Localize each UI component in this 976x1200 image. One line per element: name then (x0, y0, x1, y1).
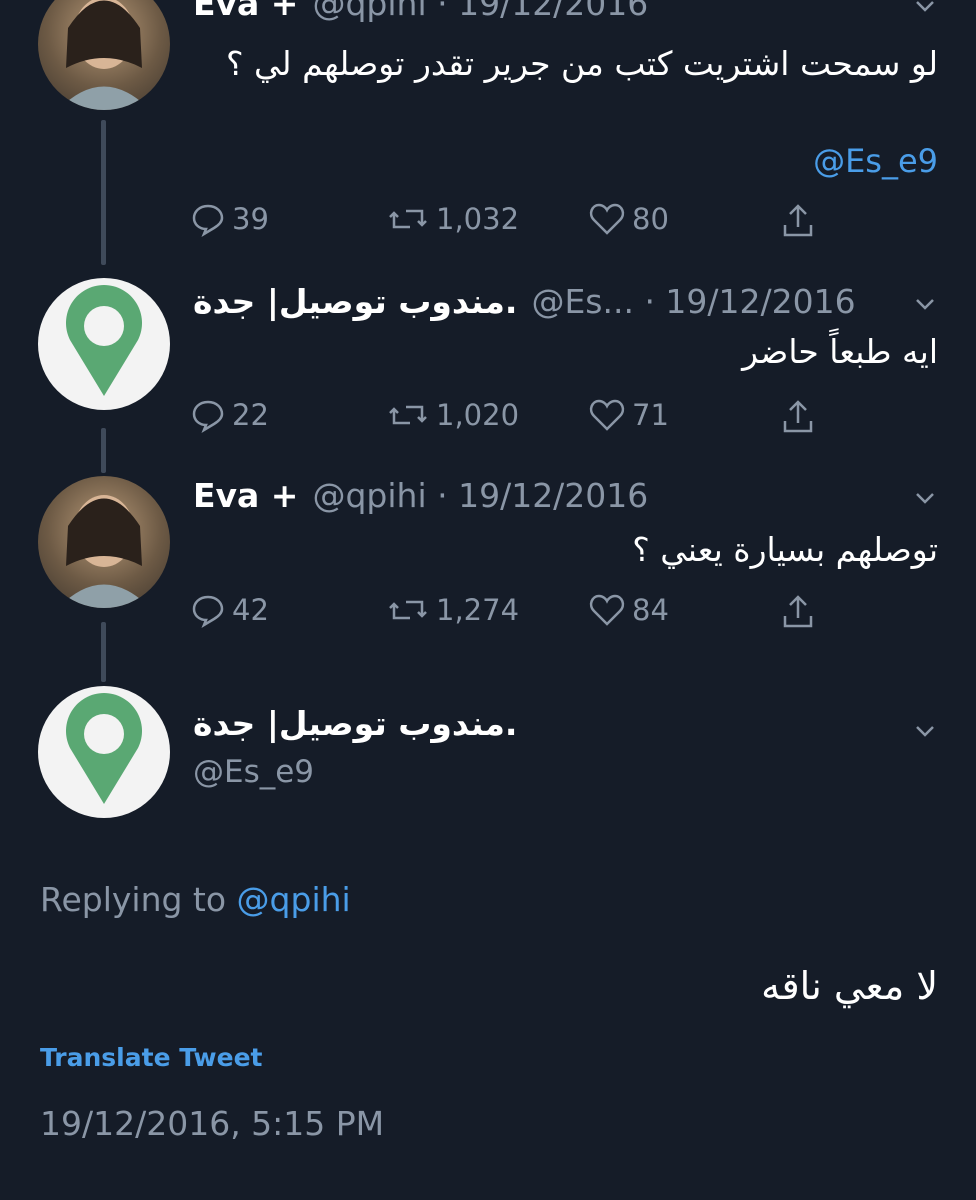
main-tweet: مندوب توصيل| جدة. @Es_e9 Replying to @qp… (0, 686, 976, 1186)
replying-handle[interactable]: @qpihi (237, 880, 351, 919)
replying-label: Replying to (40, 880, 227, 919)
tweet-text: لو سمحت اشتريت كتب من جرير تقدر توصلهم ل… (226, 44, 938, 83)
avatar[interactable] (38, 476, 170, 608)
like-count: 80 (632, 202, 669, 236)
chevron-down-icon[interactable] (912, 286, 938, 325)
location-pin-icon (66, 693, 142, 804)
retweet-button[interactable]: 1,020 (386, 397, 519, 433)
retweet-icon (389, 405, 427, 425)
avatar-photo (58, 0, 150, 110)
tweet-text: توصلهم بسيارة يعني ؟ (632, 530, 938, 569)
timestamp: 19/12/2016, 5:15 PM (40, 1104, 385, 1143)
avatar[interactable] (38, 686, 170, 818)
share-button[interactable] (780, 201, 816, 248)
main-display-name[interactable]: مندوب توصيل| جدة. (193, 704, 517, 743)
share-icon (783, 204, 813, 237)
avatar[interactable] (38, 278, 170, 410)
tweet-actions: 42 1,274 84 (190, 592, 840, 638)
share-button[interactable] (780, 592, 816, 639)
heart-icon (589, 594, 625, 626)
like-count: 84 (632, 593, 669, 627)
share-button[interactable] (780, 397, 816, 444)
tweet[interactable]: Eva + @qpihi · 19/12/2016 لو سمحت اشتريت… (0, 0, 976, 258)
heart-icon (589, 203, 625, 235)
reply-count: 39 (232, 202, 269, 236)
chevron-down-icon[interactable] (912, 718, 938, 748)
avatar[interactable] (38, 0, 170, 110)
like-button[interactable]: 84 (588, 592, 669, 628)
tweet-text: ايه طبعاً حاضر (742, 332, 938, 371)
tweet[interactable]: Eva + @qpihi · 19/12/2016 توصلهم بسيارة … (0, 470, 976, 650)
reply-count: 42 (232, 593, 269, 627)
reply-button[interactable]: 39 (190, 201, 269, 237)
like-button[interactable]: 80 (588, 201, 669, 237)
tweet-actions: 22 1,020 71 (190, 397, 840, 443)
reply-button[interactable]: 22 (190, 397, 269, 433)
retweet-icon (389, 600, 427, 620)
replying-to: Replying to @qpihi (40, 880, 351, 919)
retweet-count: 1,032 (436, 202, 520, 236)
main-tweet-text: لا معي ناقه (761, 964, 938, 1008)
retweet-button[interactable]: 1,274 (386, 592, 519, 628)
mention-link[interactable]: @Es_e9 (193, 133, 938, 189)
tweet-header: Eva + @qpihi · 19/12/2016 (193, 0, 938, 28)
tweet[interactable]: مندوب توصيل| جدة. @Es... · 19/12/2016 اي… (0, 276, 976, 456)
translate-tweet-link[interactable]: Translate Tweet (40, 1043, 263, 1072)
display-name[interactable]: مندوب توصيل| جدة. (193, 282, 517, 321)
chevron-down-icon[interactable] (912, 480, 938, 519)
main-handle[interactable]: @Es_e9 (193, 754, 314, 790)
heart-icon (589, 399, 625, 431)
location-pin-icon (66, 285, 142, 396)
handle-date: @Es... · 19/12/2016 (531, 281, 856, 321)
avatar-photo (58, 495, 150, 608)
tweet-actions: 39 1,032 80 (190, 201, 840, 247)
share-icon (783, 595, 813, 628)
retweet-button[interactable]: 1,032 (386, 201, 519, 237)
display-name[interactable]: Eva + (193, 476, 298, 515)
tweet-header: Eva + @qpihi · 19/12/2016 (193, 470, 938, 520)
reply-count: 22 (232, 398, 269, 432)
retweet-count: 1,274 (436, 593, 520, 627)
handle-date: @qpihi · 19/12/2016 (312, 0, 649, 23)
chevron-down-icon[interactable] (912, 0, 938, 27)
reply-icon (192, 204, 224, 237)
reply-button[interactable]: 42 (190, 592, 269, 628)
tweet-header: مندوب توصيل| جدة. @Es... · 19/12/2016 (193, 276, 938, 326)
display-name[interactable]: Eva + (193, 0, 298, 23)
share-icon (783, 400, 813, 433)
retweet-count: 1,020 (436, 398, 520, 432)
reply-icon (192, 400, 224, 433)
handle-date: @qpihi · 19/12/2016 (312, 475, 649, 515)
like-button[interactable]: 71 (588, 397, 669, 433)
retweet-icon (389, 209, 427, 229)
like-count: 71 (632, 398, 669, 432)
reply-icon (192, 595, 224, 628)
